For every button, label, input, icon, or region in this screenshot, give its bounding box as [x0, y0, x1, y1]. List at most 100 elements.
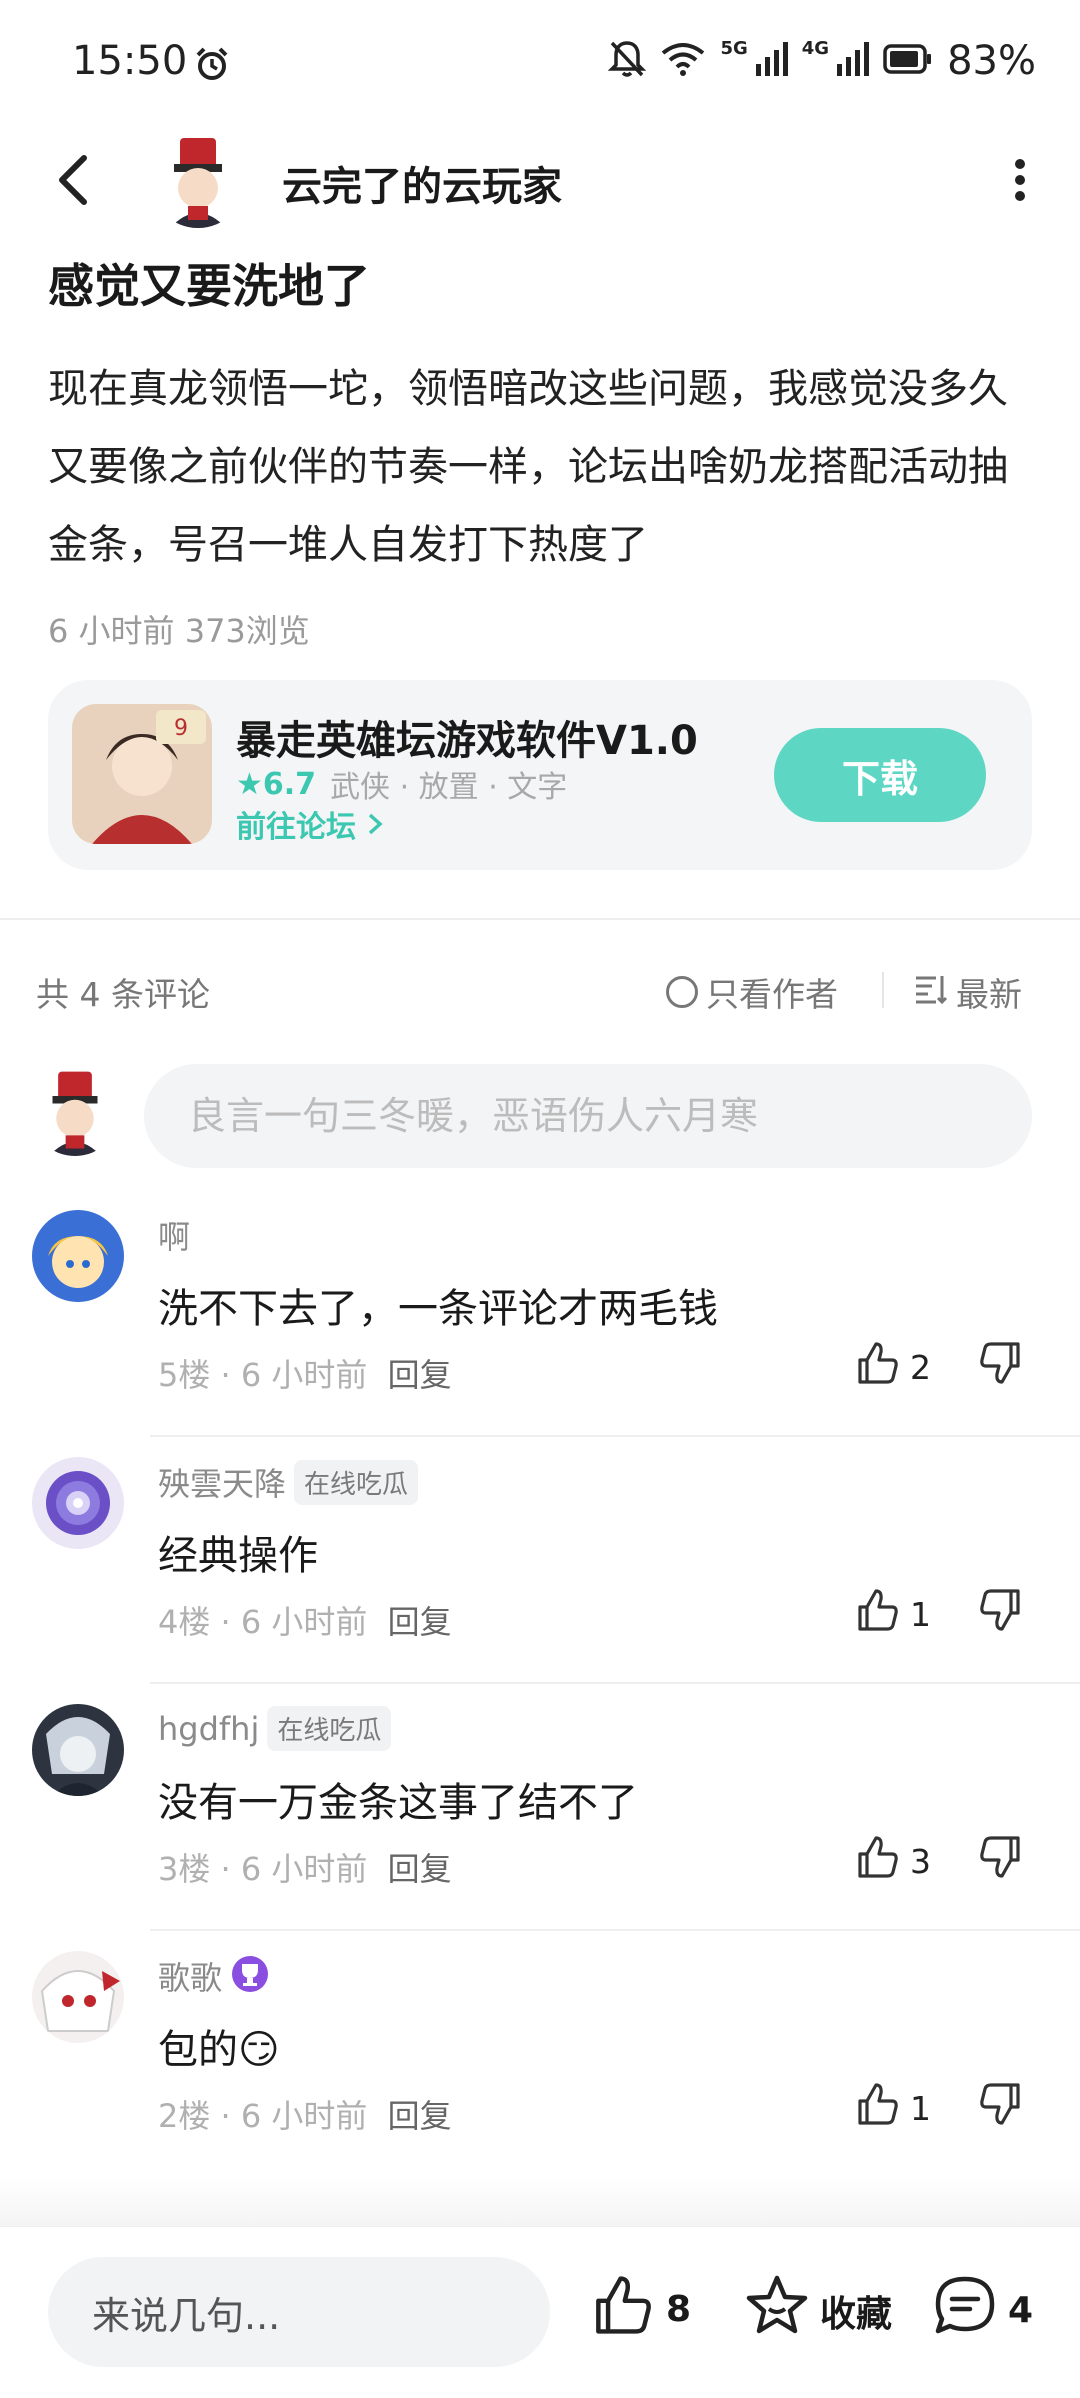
back-arrow-icon	[59, 155, 87, 205]
bottom-fade	[0, 2176, 1080, 2226]
author-name[interactable]: 云完了的云玩家	[282, 154, 562, 212]
comment-input[interactable]	[144, 1064, 1032, 1168]
dislike-button[interactable]	[978, 1587, 1024, 1637]
comment-item: 殃雲天降 在线吃瓜 经典操作 4楼 · 6 小时前 回复 1	[0, 1437, 1080, 1684]
thumbs-up-icon	[590, 2273, 654, 2346]
signal-5g-icon	[755, 42, 788, 80]
post-meta: 6 小时前 373浏览	[48, 612, 310, 650]
like-count: 2	[910, 1347, 931, 1387]
comment-text: 经典操作	[158, 1533, 318, 1579]
radio-icon	[666, 976, 698, 1008]
comment-floor-time: 5楼 · 6 小时前	[158, 1356, 368, 1394]
comment-item: hgdfhj 在线吃瓜 没有一万金条这事了结不了 3楼 · 6 小时前 回复 3	[0, 1684, 1080, 1931]
thumbs-down-icon	[980, 1836, 1020, 1878]
network-4g-label: 4G	[801, 38, 830, 59]
sort-button[interactable]: 最新	[914, 968, 1022, 1016]
chat-bubble-icon	[932, 2273, 998, 2348]
favorite-button[interactable]: 收藏	[744, 2273, 892, 2348]
reply-button[interactable]: 回复	[388, 1356, 452, 1394]
post-like-button[interactable]: 8	[590, 2273, 691, 2346]
only-author-toggle[interactable]: 只看作者	[666, 968, 838, 1016]
commenter-avatar[interactable]	[32, 1951, 124, 2043]
comment-count: 共 4 条评论	[36, 975, 210, 1014]
more-options-button[interactable]	[990, 148, 1050, 212]
thumbs-up-icon	[854, 1587, 900, 1641]
battery-percent: 83%	[947, 38, 1036, 84]
network-5g-label: 5G	[720, 38, 748, 59]
quick-comment-input[interactable]: 来说几句...	[48, 2257, 550, 2367]
game-name: 暴走英雄坛游戏软件V1.0	[236, 718, 698, 764]
like-button[interactable]: 1	[854, 2081, 931, 2135]
dislike-button[interactable]	[978, 1340, 1024, 1390]
comments-toolbar: 共 4 条评论 只看作者 最新	[0, 960, 1080, 1020]
reply-button[interactable]: 回复	[388, 1850, 452, 1888]
forum-link[interactable]: 前往论坛	[236, 802, 384, 846]
like-button[interactable]: 1	[854, 1587, 931, 1641]
thumbs-down-icon	[980, 1589, 1020, 1631]
commenter-name[interactable]: hgdfhj	[158, 1710, 259, 1748]
bottom-action-bar: 来说几句... 8 收藏 4	[0, 2226, 1080, 2398]
comment-text: 包的😏	[158, 2027, 280, 2073]
mute-icon	[608, 39, 647, 83]
toolbar-divider	[882, 972, 884, 1008]
commenter-avatar[interactable]	[32, 1457, 124, 1549]
game-rating: ★6.7	[236, 766, 317, 802]
comment-floor-time: 3楼 · 6 小时前	[158, 1850, 368, 1888]
commenter-name[interactable]: 啊	[158, 1212, 190, 1258]
back-button[interactable]	[46, 150, 106, 210]
battery-icon	[883, 44, 933, 78]
game-icon: 9	[72, 704, 212, 844]
commenter-name[interactable]: 殃雲天降	[158, 1459, 286, 1505]
post-header: 云完了的云玩家	[0, 120, 1080, 240]
comments-count: 4	[1008, 2290, 1034, 2331]
thumbs-up-icon	[854, 1340, 900, 1394]
thumbs-up-icon	[854, 1834, 900, 1888]
thumbs-down-icon	[980, 1342, 1020, 1384]
commenter-avatar[interactable]	[32, 1704, 124, 1796]
svg-text:9: 9	[174, 716, 188, 741]
wifi-icon	[660, 41, 706, 81]
commenter-avatar[interactable]	[32, 1210, 124, 1302]
alarm-icon	[194, 46, 230, 86]
trophy-badge-icon	[230, 1954, 270, 1998]
comment-floor-time: 2楼 · 6 小时前	[158, 2097, 368, 2135]
download-button[interactable]: 下载	[774, 728, 986, 822]
favorite-label: 收藏	[820, 2293, 893, 2335]
section-divider	[0, 918, 1080, 920]
like-count: 1	[910, 2088, 931, 2128]
status-time: 15:50	[72, 38, 188, 84]
commenter-name[interactable]: 歌歌	[158, 1953, 222, 1999]
post-title: 感觉又要洗地了	[48, 259, 370, 313]
game-card[interactable]: 9 暴走英雄坛游戏软件V1.0 ★6.7 武侠 · 放置 · 文字 前往论坛 下…	[48, 680, 1032, 870]
like-count: 1	[910, 1594, 931, 1634]
star-icon: ★	[236, 766, 263, 802]
like-count: 3	[910, 1841, 931, 1881]
dislike-button[interactable]	[978, 2081, 1024, 2131]
thumbs-up-icon	[854, 2081, 900, 2135]
comment-floor-time: 4楼 · 6 小时前	[158, 1603, 368, 1641]
post-like-count: 8	[666, 2289, 692, 2330]
comment-item: 歌歌 包的😏 2楼 · 6 小时前 回复 1	[0, 1931, 1080, 2178]
my-avatar	[30, 1066, 120, 1156]
comment-item: 啊 洗不下去了，一条评论才两毛钱 5楼 · 6 小时前 回复 2	[0, 1190, 1080, 1437]
thumbs-down-icon	[980, 2083, 1020, 2125]
user-title-badge: 在线吃瓜	[294, 1459, 419, 1505]
comment-text: 没有一万金条这事了结不了	[158, 1780, 638, 1826]
more-vertical-icon	[1015, 159, 1025, 201]
dislike-button[interactable]	[978, 1834, 1024, 1884]
sort-icon	[914, 973, 948, 1012]
like-button[interactable]: 3	[854, 1834, 931, 1888]
like-button[interactable]: 2	[854, 1340, 931, 1394]
status-bar: 15:50 5G 4G 83%	[0, 0, 1080, 130]
game-tags: 武侠 · 放置 · 文字	[330, 770, 568, 805]
reply-button[interactable]: 回复	[388, 1603, 452, 1641]
user-title-badge: 在线吃瓜	[267, 1706, 392, 1751]
reply-button[interactable]: 回复	[388, 2097, 452, 2135]
star-outline-icon	[744, 2273, 810, 2348]
author-avatar[interactable]	[150, 132, 246, 228]
comment-text: 洗不下去了，一条评论才两毛钱	[158, 1286, 718, 1332]
chevron-right-icon	[366, 810, 384, 845]
comments-button[interactable]: 4	[932, 2273, 1033, 2348]
signal-4g-icon	[837, 42, 870, 80]
post-body: 现在真龙领悟一坨，领悟暗改这些问题，我感觉没多久又要像之前伙伴的节奏一样，论坛出…	[48, 366, 1008, 568]
